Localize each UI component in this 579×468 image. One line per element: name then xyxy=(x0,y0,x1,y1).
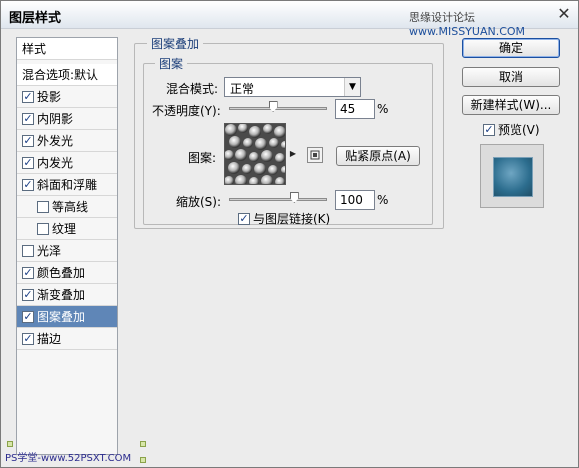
opacity-label: 不透明度(Y): xyxy=(152,104,221,118)
scale-input[interactable]: 100 xyxy=(335,190,375,210)
opacity-slider-track[interactable] xyxy=(229,107,327,110)
checkbox-inner-glow[interactable]: ✓ xyxy=(22,156,34,169)
checkbox-satin[interactable] xyxy=(22,244,34,257)
style-preview-thumbnail xyxy=(480,144,544,208)
style-item-stroke[interactable]: ✓ 描边 xyxy=(17,328,117,350)
bottom-watermark: PS学堂-www.52PSXT.COM xyxy=(5,453,132,464)
checkbox-stroke[interactable]: ✓ xyxy=(22,332,34,345)
link-with-layer-checkbox[interactable]: ✓ xyxy=(238,212,250,225)
cancel-button[interactable]: 取消 xyxy=(462,67,560,87)
checkbox-texture[interactable] xyxy=(37,222,49,235)
checkbox-gradient-overlay[interactable]: ✓ xyxy=(22,288,34,301)
blending-options-item[interactable]: 混合选项:默认 xyxy=(17,64,117,86)
corner-mark-icon xyxy=(7,441,13,447)
style-item-outer-glow[interactable]: ✓ 外发光 xyxy=(17,130,117,152)
style-item-gradient-overlay[interactable]: ✓ 渐变叠加 xyxy=(17,284,117,306)
checkbox-bevel-emboss[interactable]: ✓ xyxy=(22,178,34,191)
checkbox-drop-shadow[interactable]: ✓ xyxy=(22,90,34,103)
style-item-label: 渐变叠加 xyxy=(37,288,86,302)
pattern-swatch[interactable] xyxy=(224,123,286,185)
style-item-inner-shadow[interactable]: ✓ 内阴影 xyxy=(17,108,117,130)
scale-value: 100 xyxy=(340,193,363,207)
ok-button[interactable]: 确定 xyxy=(462,38,560,58)
style-item-pattern-overlay[interactable]: ✓ 图案叠加 xyxy=(17,306,117,328)
checkbox-color-overlay[interactable]: ✓ xyxy=(22,266,34,279)
scale-slider-track[interactable] xyxy=(229,198,327,201)
style-item-satin[interactable]: 光泽 xyxy=(17,240,117,262)
opacity-value: 45 xyxy=(340,102,356,116)
style-item-label: 斜面和浮雕 xyxy=(37,178,98,192)
style-item-label: 投影 xyxy=(37,90,62,104)
snap-to-origin-button[interactable]: 贴紧原点(A) xyxy=(336,146,420,166)
pattern-overlay-title: 图案叠加 xyxy=(147,35,204,52)
opacity-unit: % xyxy=(377,102,389,116)
styles-list: 样式 混合选项:默认 ✓ 投影 ✓ 内阴影 ✓ 外发光 ✓ 内发光 ✓ 斜面和浮雕 等高线… xyxy=(16,37,118,455)
style-item-label: 纹理 xyxy=(52,222,77,236)
style-item-inner-glow[interactable]: ✓ 内发光 xyxy=(17,152,117,174)
watermark-site: www.MISSYUAN.COM xyxy=(409,25,526,38)
scale-unit: % xyxy=(377,193,389,207)
blend-mode-value: 正常 xyxy=(230,82,255,96)
checkbox-contour[interactable] xyxy=(37,200,49,213)
link-with-layer-option[interactable]: ✓ 与图层链接(K) xyxy=(238,210,330,227)
new-preset-icon[interactable] xyxy=(307,147,323,163)
checkbox-outer-glow[interactable]: ✓ xyxy=(22,134,34,147)
layer-style-dialog: 图层样式 思缘设计论坛 www.MISSYUAN.COM ✕ 样式 混合选项:默… xyxy=(0,0,579,468)
corner-mark-icon xyxy=(140,441,146,447)
style-item-contour[interactable]: 等高线 xyxy=(17,196,117,218)
opacity-input[interactable]: 45 xyxy=(335,99,375,119)
chevron-down-icon[interactable]: ▼ xyxy=(344,78,360,96)
style-item-label: 颜色叠加 xyxy=(37,266,86,280)
style-item-bevel-emboss[interactable]: ✓ 斜面和浮雕 xyxy=(17,174,117,196)
watermark-forum: 思缘设计论坛 xyxy=(409,11,475,24)
close-icon[interactable]: ✕ xyxy=(554,4,574,24)
style-item-label: 等高线 xyxy=(52,200,89,214)
pattern-texture-icon xyxy=(225,124,285,184)
title-bar: 图层样式 思缘设计论坛 www.MISSYUAN.COM ✕ xyxy=(1,1,578,38)
style-item-label: 光泽 xyxy=(37,244,62,258)
corner-mark-icon xyxy=(140,457,146,463)
preview-option[interactable]: ✓ 预览(V) xyxy=(483,121,540,138)
style-item-color-overlay[interactable]: ✓ 颜色叠加 xyxy=(17,262,117,284)
style-item-label: 描边 xyxy=(37,332,62,346)
style-item-label: 外发光 xyxy=(37,134,74,148)
blend-mode-label: 混合模式: xyxy=(166,82,219,96)
style-item-label: 内发光 xyxy=(37,156,74,170)
preview-label: 预览(V) xyxy=(498,123,540,137)
checkbox-inner-shadow[interactable]: ✓ xyxy=(22,112,34,125)
new-style-button[interactable]: 新建样式(W)... xyxy=(462,95,560,115)
pattern-picker-arrow-icon[interactable]: ▶ xyxy=(288,123,298,185)
pattern-label: 图案: xyxy=(188,151,217,165)
style-item-label: 图案叠加 xyxy=(37,310,86,324)
top-watermark: 思缘设计论坛 www.MISSYUAN.COM xyxy=(409,9,578,38)
styles-header[interactable]: 样式 xyxy=(17,38,117,60)
blend-mode-select[interactable]: 正常 ▼ xyxy=(224,77,361,97)
style-item-texture[interactable]: 纹理 xyxy=(17,218,117,240)
style-item-label: 内阴影 xyxy=(37,112,74,126)
checkbox-pattern-overlay[interactable]: ✓ xyxy=(22,310,34,323)
preview-checkbox[interactable]: ✓ xyxy=(483,123,495,136)
dialog-title: 图层样式 xyxy=(9,11,62,26)
new-preset-glyph xyxy=(310,150,320,160)
scale-label: 缩放(S): xyxy=(176,195,222,209)
pattern-subgroup-title: 图案 xyxy=(155,55,188,72)
preview-swatch xyxy=(493,157,533,197)
style-item-drop-shadow[interactable]: ✓ 投影 xyxy=(17,86,117,108)
link-with-layer-label: 与图层链接(K) xyxy=(253,212,331,226)
